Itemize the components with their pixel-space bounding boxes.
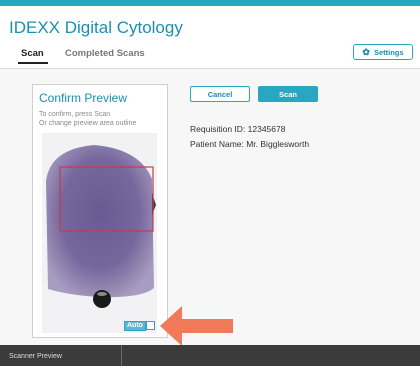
slide-preview-image[interactable] (42, 133, 157, 333)
settings-button[interactable]: ✿ Settings (353, 44, 413, 60)
scan-button[interactable]: Scan (258, 86, 318, 102)
app-title: IDEXX Digital Cytology (9, 18, 183, 37)
preview-help-text: To confirm, press Scan Or change preview… (39, 111, 137, 127)
tab-completed-scans[interactable]: Completed Scans (65, 48, 145, 59)
preview-title: Confirm Preview (39, 91, 128, 105)
patient-name: Patient Name: Mr. Bigglesworth (190, 139, 310, 149)
gear-icon: ✿ (362, 46, 370, 57)
settings-label: Settings (373, 47, 404, 57)
smear-area (46, 145, 154, 298)
cancel-button[interactable]: Cancel (190, 86, 250, 102)
bottom-bar-divider (121, 345, 122, 366)
top-accent-bar (0, 0, 420, 6)
callout-arrow-icon (160, 306, 233, 346)
bottom-bar (0, 345, 420, 366)
auto-label[interactable]: Auto (124, 321, 146, 331)
slide-bubble-highlight (97, 292, 107, 296)
scanner-preview-label: Scanner Preview (9, 353, 62, 360)
auto-checkbox[interactable] (146, 321, 155, 330)
tab-scan[interactable]: Scan (18, 48, 48, 64)
requisition-id: Requisition ID: 12345678 (190, 124, 286, 134)
